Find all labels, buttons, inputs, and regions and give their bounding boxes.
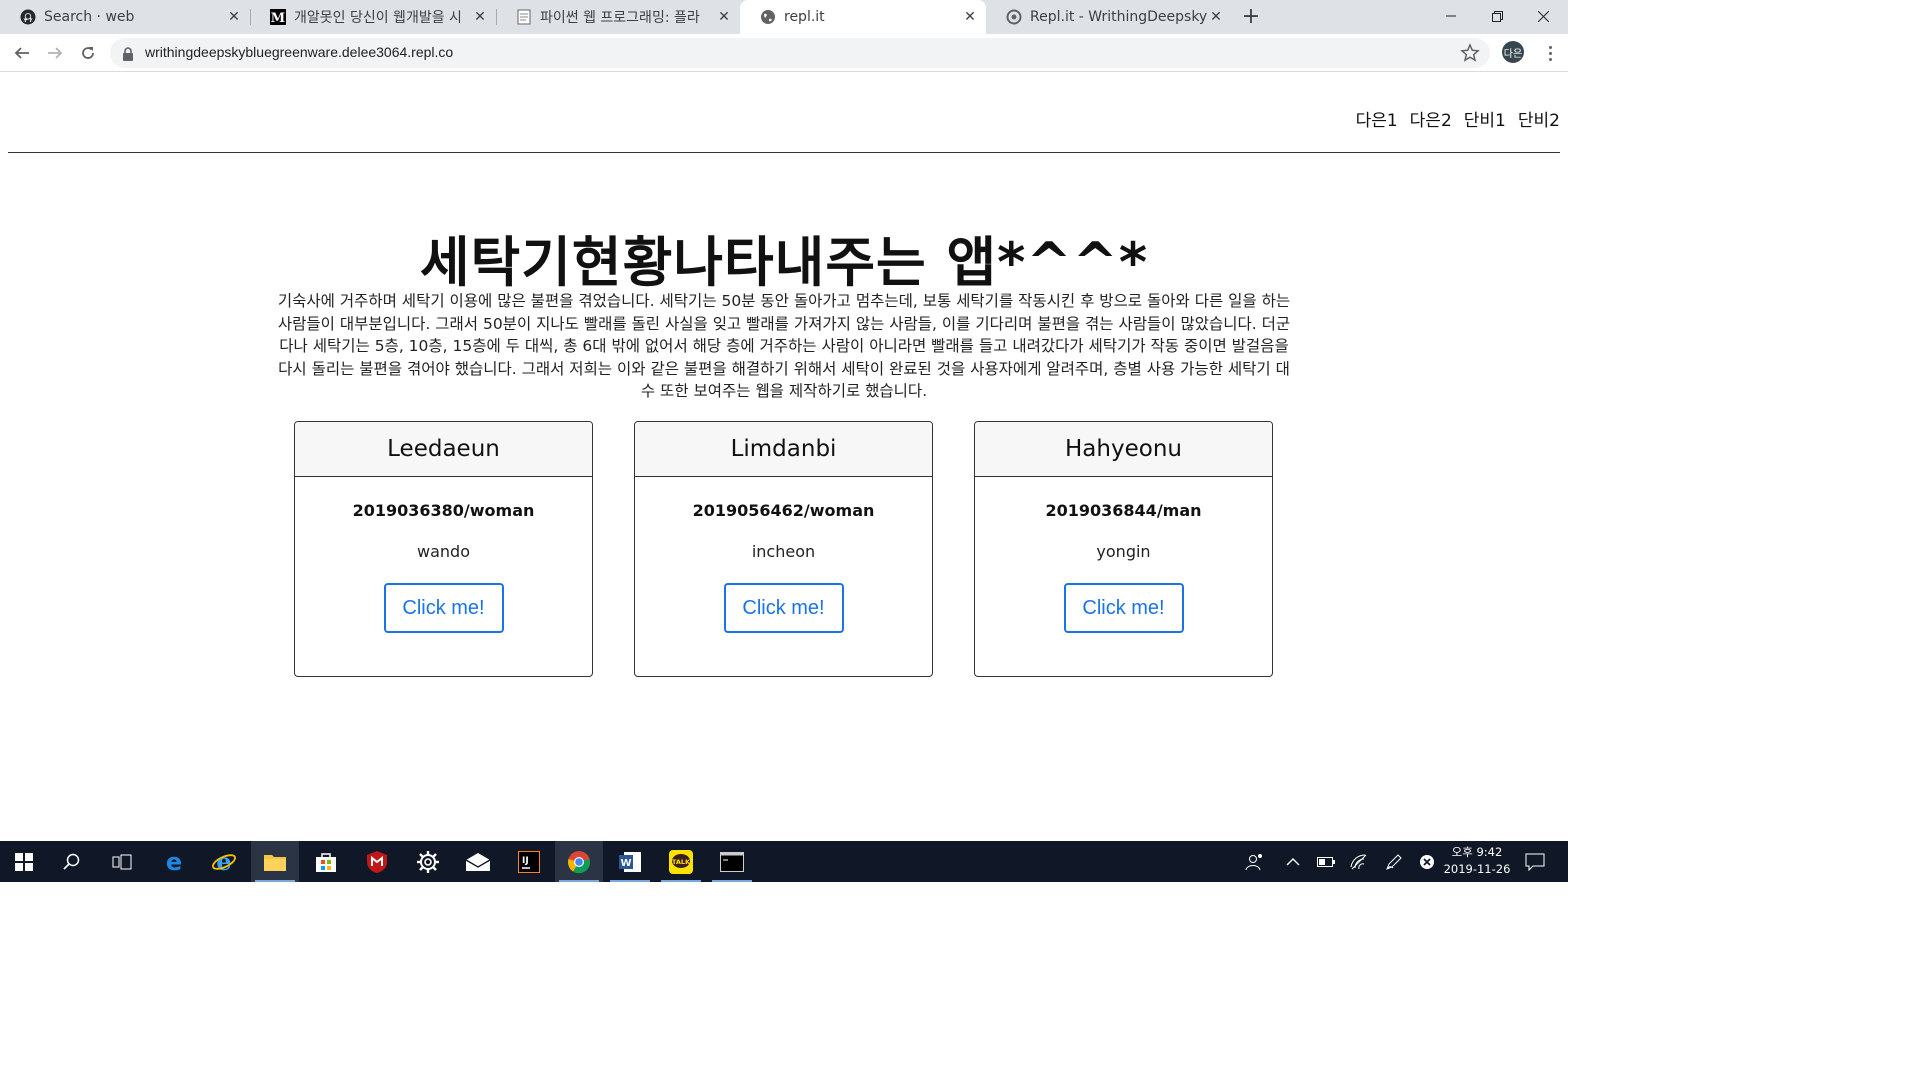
nav-link-daeun1[interactable]: 다은1	[1356, 106, 1398, 131]
address-bar[interactable]: writhingdeepskybluegreenware.delee3064.r…	[110, 38, 1490, 68]
clock-date: 2019-11-26	[1443, 862, 1511, 876]
close-window-button[interactable]	[1520, 0, 1566, 32]
clock-time: 오후 9:42	[1451, 845, 1503, 859]
svg-text:e: e	[216, 849, 231, 875]
search-icon[interactable]	[48, 841, 96, 882]
tab-medium[interactable]: M 개알못인 당신이 웹개발을 시 ✕	[250, 0, 496, 34]
page-title: 세탁기현황나타내주는 앱*^^*	[419, 231, 1149, 294]
back-button[interactable]	[10, 41, 34, 65]
profile-card: Leedaeun 2019036380/woman wando Click me…	[294, 421, 593, 677]
card-city: yongin	[1096, 542, 1151, 561]
browser-toolbar: writhingdeepskybluegreenware.delee3064.r…	[0, 34, 1568, 72]
globe-icon	[760, 9, 776, 25]
tab-title: repl.it	[784, 9, 825, 25]
close-icon[interactable]: ✕	[226, 9, 242, 25]
page-content: 다은1 다은2 단비1 단비2 세탁기현황나타내주는 앱*^^* 기숙사에 거주…	[0, 72, 1568, 841]
tab-github[interactable]: Search · web ✕	[0, 0, 250, 34]
svg-text:M: M	[271, 11, 285, 25]
card-city: incheon	[751, 542, 816, 561]
nav-link-daeun2[interactable]: 다은2	[1410, 106, 1452, 131]
tab-title: 개알못인 당신이 웹개발을 시	[294, 10, 462, 26]
terminal-icon[interactable]	[708, 841, 756, 882]
close-icon[interactable]: ✕	[962, 9, 978, 25]
url-text: writhingdeepskybluegreenware.delee3064.r…	[145, 44, 454, 60]
people-icon[interactable]	[1243, 851, 1265, 873]
bookmark-star-icon[interactable]	[1460, 43, 1480, 63]
card-name: Limdanbi	[635, 422, 932, 477]
active-indicator	[661, 880, 701, 882]
close-icon[interactable]: ✕	[472, 9, 488, 25]
card-city: wando	[417, 542, 470, 561]
pen-icon[interactable]	[1383, 851, 1405, 873]
windows-taskbar: e e IJ W TALK 오후 9:42 2019-11-26	[0, 841, 1568, 882]
task-view-icon[interactable]	[98, 841, 146, 882]
svg-text:IJ: IJ	[522, 856, 529, 866]
wifi-icon[interactable]	[1348, 851, 1370, 873]
notification-icon[interactable]	[1524, 851, 1546, 873]
divider	[8, 152, 1560, 153]
lock-icon	[122, 46, 136, 61]
forward-button[interactable]	[43, 41, 67, 65]
profile-card: Limdanbi 2019056462/woman incheon Click …	[634, 421, 933, 677]
store-icon[interactable]	[302, 841, 350, 882]
active-indicator	[712, 880, 752, 882]
battery-icon[interactable]	[1315, 851, 1337, 873]
intellij-icon[interactable]: IJ	[505, 841, 553, 882]
tab-title: Search · web	[44, 9, 135, 25]
top-nav: 다은1 다은2 단비1 단비2	[1356, 106, 1560, 131]
nav-link-danbi2[interactable]: 단비2	[1518, 106, 1560, 131]
tab-replit-active[interactable]: repl.it ✕	[740, 0, 986, 34]
kakao-label: TALK	[672, 858, 691, 866]
document-icon	[516, 9, 532, 25]
card-name: Leedaeun	[295, 422, 592, 477]
mail-icon[interactable]	[454, 841, 502, 882]
page-description: 기숙사에 거주하며 세탁기 이용에 많은 불편을 겪었습니다. 세탁기는 50분…	[277, 292, 1291, 400]
settings-icon[interactable]	[404, 841, 452, 882]
file-explorer-icon[interactable]	[251, 841, 299, 882]
active-indicator	[559, 880, 599, 882]
active-indicator	[610, 880, 650, 882]
active-indicator	[255, 880, 295, 882]
card-student-id: 2019036380/woman	[352, 501, 535, 520]
word-icon[interactable]: W	[606, 841, 654, 882]
card-student-id: 2019056462/woman	[692, 501, 875, 520]
restore-button[interactable]	[1474, 0, 1520, 32]
medium-icon: M	[270, 9, 286, 25]
profile-card: Hahyeonu 2019036844/man yongin Click me!	[974, 421, 1273, 677]
tab-title: Repl.it - WrithingDeepskyb	[1030, 9, 1208, 25]
minimize-button[interactable]	[1428, 0, 1474, 32]
nav-link-danbi1[interactable]: 단비1	[1464, 106, 1506, 131]
kakaotalk-icon[interactable]: TALK	[657, 841, 705, 882]
tab-python-web[interactable]: 파이썬 웹 프로그래밍: 플라 ✕	[496, 0, 740, 34]
edge-icon[interactable]: e	[150, 841, 198, 882]
system-clock[interactable]: 오후 9:42 2019-11-26	[1437, 844, 1517, 878]
github-icon	[20, 9, 36, 25]
svg-text:e: e	[166, 850, 182, 874]
card-name: Hahyeonu	[975, 422, 1272, 477]
start-icon[interactable]	[0, 841, 48, 882]
profile-avatar[interactable]: 다은	[1502, 41, 1524, 63]
click-me-button[interactable]: Click me!	[723, 583, 844, 633]
tab-strip: Search · web ✕ M 개알못인 당신이 웹개발을 시 ✕ 파이썬 웹…	[0, 0, 1568, 34]
click-me-button[interactable]: Click me!	[1063, 583, 1184, 633]
replit-icon	[1006, 9, 1022, 25]
ie-icon[interactable]: e	[200, 841, 248, 882]
mute-icon[interactable]	[1416, 851, 1438, 873]
new-tab-button[interactable]: +	[1240, 6, 1262, 29]
chrome-icon[interactable]	[555, 841, 603, 882]
close-icon[interactable]: ✕	[1208, 9, 1224, 25]
tab-title: 파이썬 웹 프로그래밍: 플라	[540, 10, 700, 26]
close-icon[interactable]: ✕	[716, 9, 732, 25]
click-me-button[interactable]: Click me!	[383, 583, 504, 633]
svg-text:W: W	[620, 858, 631, 869]
chevron-up-icon[interactable]	[1282, 851, 1304, 873]
mcafee-icon[interactable]	[353, 841, 401, 882]
tab-replit-ide[interactable]: Repl.it - WrithingDeepskyb ✕	[986, 0, 1232, 34]
browser-menu-button[interactable]	[1540, 42, 1560, 64]
card-student-id: 2019036844/man	[1045, 501, 1202, 520]
reload-button[interactable]	[76, 41, 100, 65]
